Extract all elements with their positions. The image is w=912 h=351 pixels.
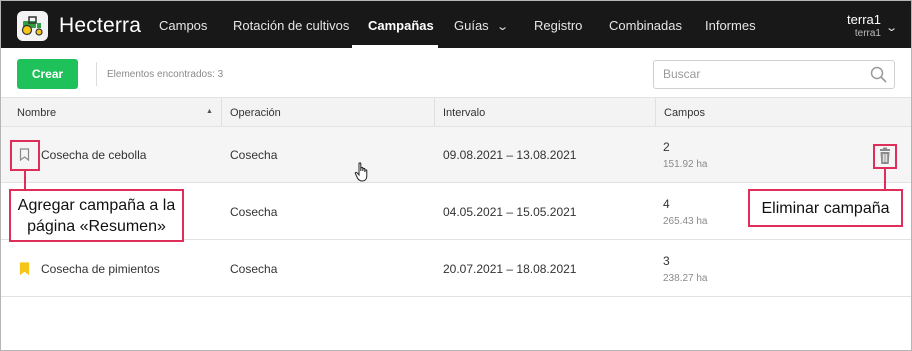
search-input[interactable] <box>663 67 863 81</box>
column-divider <box>434 98 435 127</box>
campaign-name[interactable]: Cosecha de cebolla <box>41 148 146 162</box>
chevron-down-icon[interactable]: ⌄ <box>885 21 898 34</box>
campaign-area: 265.43 ha <box>663 216 708 227</box>
hand-cursor-icon <box>354 162 368 182</box>
items-found-count: Elementos encontrados: 3 <box>107 69 224 80</box>
trash-icon <box>880 147 890 164</box>
campaign-area: 238.27 ha <box>663 273 708 284</box>
nav-item-informes[interactable]: Informes <box>705 18 756 33</box>
campaign-interval: 20.07.2021 – 18.08.2021 <box>443 262 577 276</box>
table-row[interactable]: Cosecha de cebolla Cosecha 09.08.2021 – … <box>1 127 911 183</box>
table-row[interactable]: Cosecha de pimientos Cosecha 20.07.2021 … <box>1 241 911 297</box>
bookmark-highlight-box <box>10 140 40 171</box>
nav-item-campos[interactable]: Campos <box>159 18 207 33</box>
campaign-operation: Cosecha <box>230 262 278 276</box>
delete-campaign-button[interactable] <box>873 144 897 169</box>
column-header-operation[interactable]: Operación <box>230 107 281 119</box>
column-divider <box>655 98 656 127</box>
campaign-area: 151.92 ha <box>663 159 708 170</box>
campaign-operation: Cosecha <box>230 148 278 162</box>
callout-delete-campaign: Eliminar campaña <box>748 189 903 227</box>
column-header-name[interactable]: Nombre <box>17 107 56 119</box>
active-tab-indicator <box>352 45 438 48</box>
brand-name: Hecterra <box>59 14 142 37</box>
sort-asc-icon[interactable]: ▲ <box>206 108 213 115</box>
campaign-interval: 04.05.2021 – 15.05.2021 <box>443 205 577 219</box>
callout-add-to-summary: Agregar campaña a la página «Resumen» <box>9 189 184 242</box>
campaign-fields-count: 3 <box>663 254 670 268</box>
top-navigation-bar: Hecterra Campos Rotación de cultivos Cam… <box>1 1 911 48</box>
campaign-operation: Cosecha <box>230 205 278 219</box>
campaign-interval: 09.08.2021 – 13.08.2021 <box>443 148 577 162</box>
column-header-interval[interactable]: Intervalo <box>443 107 485 119</box>
user-name: terra1 <box>847 12 881 27</box>
chevron-down-icon: ⌄ <box>495 21 509 33</box>
bookmark-filled-icon[interactable] <box>19 262 30 275</box>
create-button[interactable]: Crear <box>17 59 78 89</box>
nav-item-campanas[interactable]: Campañas <box>368 18 434 33</box>
callout-connector <box>24 170 26 190</box>
search-icon[interactable] <box>870 66 887 83</box>
user-account: terra1 <box>854 28 881 39</box>
user-menu[interactable]: terra1 terra1 <box>847 12 881 40</box>
nav-item-rotacion[interactable]: Rotación de cultivos <box>233 18 349 33</box>
nav-item-registro[interactable]: Registro <box>534 18 582 33</box>
logo-tractor-icon[interactable] <box>17 11 48 41</box>
nav-item-combinadas[interactable]: Combinadas <box>609 18 682 33</box>
campaign-name[interactable]: Cosecha de pimientos <box>41 262 160 276</box>
search-box[interactable] <box>653 60 895 89</box>
nav-item-guias-label: Guías <box>454 18 489 33</box>
campaign-fields-count: 4 <box>663 197 670 211</box>
nav-item-guias[interactable]: Guías ⌄ <box>454 18 509 33</box>
campaign-fields-count: 2 <box>663 140 670 154</box>
table-header: Nombre ▲ Operación Intervalo Campos <box>1 97 911 127</box>
callout-connector <box>884 168 886 190</box>
column-header-fields[interactable]: Campos <box>664 107 705 119</box>
toolbar-divider <box>96 62 97 86</box>
column-divider <box>221 98 222 127</box>
